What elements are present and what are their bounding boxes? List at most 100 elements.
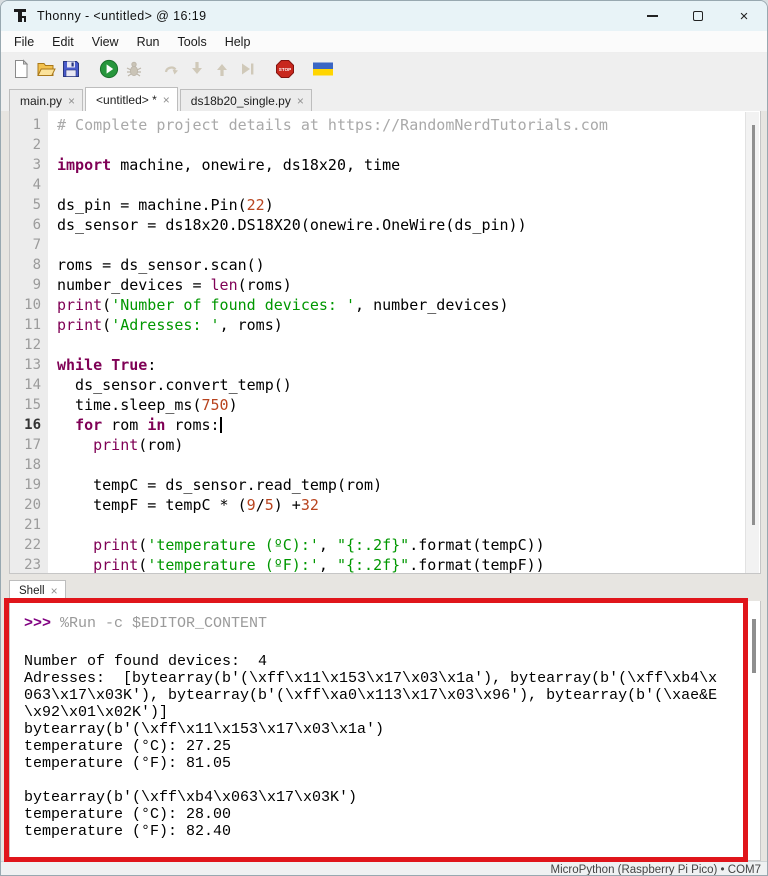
code-line: print('temperature (ºF):', "{:.2f}".form… — [57, 555, 760, 573]
code-token: ( — [138, 556, 147, 573]
code-token: "{:.2f}" — [337, 556, 409, 573]
editor-tab-bar: main.py×<untitled> *×ds18b20_single.py× — [1, 87, 767, 111]
step-over-button[interactable] — [160, 58, 184, 82]
code-line: print(rom) — [57, 435, 760, 455]
editor-scrollbar[interactable] — [745, 112, 759, 573]
tab-untitled[interactable]: <untitled> *× — [85, 87, 178, 111]
code-token: 'Number of found devices: ' — [111, 296, 355, 314]
maximize-button[interactable] — [675, 1, 721, 31]
code-token: print — [93, 536, 138, 554]
shell-line: 063\x17\x03K'), bytearray(b'(\xff\xa0\x1… — [24, 687, 760, 704]
code-editor[interactable]: 1234567891011121314151617181920212223 # … — [9, 111, 761, 574]
code-token: , — [319, 536, 337, 554]
code-token: print — [93, 436, 138, 454]
line-number: 12 — [10, 335, 48, 355]
shell-prompt: >>> — [24, 615, 60, 632]
stop-icon: STOP — [275, 59, 295, 82]
tab-close-icon[interactable]: × — [68, 94, 75, 108]
menu-item-help[interactable]: Help — [216, 32, 260, 52]
code-token: .format(tempF)) — [409, 556, 544, 573]
thonny-app-icon — [13, 8, 29, 24]
shell-text: temperature (°C): 27.25 — [24, 738, 231, 755]
close-button[interactable]: × — [721, 1, 767, 31]
line-number: 16 — [10, 415, 48, 435]
code-token: time.sleep_ms( — [57, 396, 202, 414]
step-into-icon — [187, 59, 207, 82]
stop-button[interactable]: STOP — [273, 58, 297, 82]
window-title: Thonny - <untitled> @ 16:19 — [37, 9, 206, 23]
line-number: 23 — [10, 555, 48, 574]
menu-item-run[interactable]: Run — [128, 32, 169, 52]
tab-close-icon[interactable]: × — [163, 93, 170, 107]
thonny-window: Thonny - <untitled> @ 16:19 × FileEditVi… — [0, 0, 768, 876]
line-number: 2 — [10, 135, 48, 155]
line-number: 15 — [10, 395, 48, 415]
interpreter-status[interactable]: MicroPython (Raspberry Pi Pico) • COM7 — [551, 864, 761, 876]
step-out-button[interactable] — [210, 58, 234, 82]
editor-scrollbar-thumb[interactable] — [752, 125, 755, 525]
code-line: ds_sensor = ds18x20.DS18X20(onewire.OneW… — [57, 215, 760, 235]
code-token: print — [57, 296, 102, 314]
text-cursor — [220, 417, 222, 433]
debug-button[interactable] — [122, 58, 146, 82]
resume-button[interactable] — [235, 58, 259, 82]
svg-text:STOP: STOP — [279, 67, 291, 72]
resume-icon — [237, 59, 257, 82]
code-line: ds_pin = machine.Pin(22) — [57, 195, 760, 215]
code-line — [57, 455, 760, 475]
code-token: 'temperature (ºF):' — [147, 556, 319, 573]
open-file-button[interactable] — [34, 58, 58, 82]
code-token: while — [57, 356, 102, 374]
line-number: 13 — [10, 355, 48, 375]
code-line — [57, 175, 760, 195]
code-token — [57, 556, 93, 573]
menu-item-view[interactable]: View — [83, 32, 128, 52]
line-number: 5 — [10, 195, 48, 215]
step-into-button[interactable] — [185, 58, 209, 82]
code-line: tempC = ds_sensor.read_temp(rom) — [57, 475, 760, 495]
menu-item-tools[interactable]: Tools — [169, 32, 216, 52]
shell-scrollbar-thumb[interactable] — [752, 619, 756, 673]
code-area[interactable]: # Complete project details at https://Ra… — [48, 111, 760, 573]
line-number: 18 — [10, 455, 48, 475]
line-number: 1 — [10, 115, 48, 135]
ukraine-flag-icon — [312, 59, 334, 82]
menu-item-edit[interactable]: Edit — [43, 32, 83, 52]
tab-ds18b20-single-py[interactable]: ds18b20_single.py× — [180, 89, 312, 111]
shell-text: Adresses: [bytearray(b'(\xff\x11\x153\x1… — [24, 670, 717, 687]
tab-shell[interactable]: Shell × — [9, 580, 66, 601]
shell-panel[interactable]: >>> %Run -c $EDITOR_CONTENTNumber of fou… — [9, 601, 761, 861]
line-number: 6 — [10, 215, 48, 235]
shell-line: bytearray(b'(\xff\xb4\x063\x17\x03K') — [24, 789, 760, 806]
line-number: 11 — [10, 315, 48, 335]
ukraine-flag-button[interactable] — [311, 58, 335, 82]
run-button[interactable] — [97, 58, 121, 82]
title-bar: Thonny - <untitled> @ 16:19 × — [1, 1, 767, 31]
shell-line: >>> %Run -c $EDITOR_CONTENT — [24, 615, 760, 632]
code-token: .format(tempC)) — [409, 536, 544, 554]
maximize-icon — [693, 11, 703, 21]
line-number: 10 — [10, 295, 48, 315]
shell-tab-close-icon[interactable]: × — [51, 584, 58, 598]
line-number: 20 — [10, 495, 48, 515]
tab-main-py[interactable]: main.py× — [9, 89, 83, 111]
line-number: 21 — [10, 515, 48, 535]
menu-item-file[interactable]: File — [5, 32, 43, 52]
code-token: 22 — [247, 196, 265, 214]
new-file-button[interactable] — [9, 58, 33, 82]
shell-tab-label: Shell — [19, 585, 45, 597]
shell-line — [24, 772, 760, 789]
code-token: rom — [102, 416, 147, 434]
code-token: roms = ds_sensor.scan() — [57, 256, 265, 274]
code-line: while True: — [57, 355, 760, 375]
tab-close-icon[interactable]: × — [297, 94, 304, 108]
shell-text: temperature (°F): 81.05 — [24, 755, 231, 772]
minimize-button[interactable] — [629, 1, 675, 31]
code-line: ds_sensor.convert_temp() — [57, 375, 760, 395]
step-out-icon — [212, 59, 232, 82]
code-line — [57, 335, 760, 355]
save-file-button[interactable] — [59, 58, 83, 82]
shell-text: %Run -c $EDITOR_CONTENT — [60, 615, 267, 632]
code-token: number_devices = — [57, 276, 211, 294]
code-token: , — [319, 556, 337, 573]
